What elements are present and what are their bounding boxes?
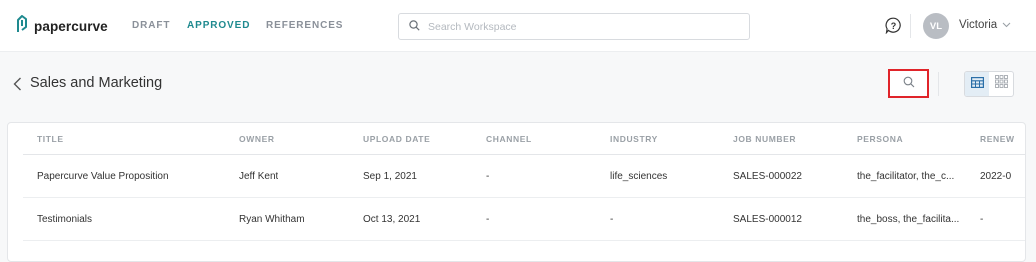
cell-renew: 2022-0 bbox=[980, 170, 1012, 182]
user-name: Victoria bbox=[959, 19, 998, 31]
table-view-button[interactable] bbox=[965, 72, 989, 96]
help-icon[interactable]: ? bbox=[885, 17, 902, 39]
cell-industry: life_sciences bbox=[610, 170, 668, 182]
nav-approved[interactable]: APPROVED bbox=[187, 20, 250, 31]
column-header[interactable]: RENEW bbox=[980, 123, 1015, 154]
divider bbox=[910, 14, 911, 38]
workspace-search[interactable] bbox=[398, 13, 750, 40]
nav-references[interactable]: REFERENCES bbox=[266, 20, 343, 31]
user-menu[interactable]: Victoria bbox=[959, 19, 1011, 31]
column-header[interactable]: PERSONA bbox=[857, 123, 903, 154]
column-header[interactable]: UPLOAD DATE bbox=[363, 123, 430, 154]
documents-table: TITLE OWNER UPLOAD DATE CHANNEL INDUSTRY… bbox=[7, 122, 1026, 262]
column-header[interactable]: INDUSTRY bbox=[610, 123, 658, 154]
avatar[interactable]: VL bbox=[923, 13, 949, 39]
cell-title: Papercurve Value Proposition bbox=[37, 170, 169, 182]
cell-persona: the_facilitator, the_c... bbox=[857, 170, 955, 182]
table-view-icon bbox=[970, 75, 984, 93]
cell-upload-date: Sep 1, 2021 bbox=[363, 170, 417, 182]
papercurve-logo-icon bbox=[16, 15, 28, 38]
cell-channel: - bbox=[486, 170, 490, 182]
grid-view-button[interactable] bbox=[989, 72, 1013, 96]
svg-text:?: ? bbox=[891, 21, 897, 31]
grid-view-icon bbox=[994, 75, 1008, 93]
column-header[interactable]: CHANNEL bbox=[486, 123, 532, 154]
cell-title: Testimonials bbox=[37, 213, 93, 225]
search-icon bbox=[409, 18, 420, 36]
divider bbox=[938, 72, 939, 96]
cell-upload-date: Oct 13, 2021 bbox=[363, 213, 421, 225]
cell-job-number: SALES-000012 bbox=[733, 213, 802, 225]
cell-owner: Ryan Whitham bbox=[239, 213, 305, 225]
column-header[interactable]: JOB NUMBER bbox=[733, 123, 796, 154]
table-row[interactable]: Papercurve Value Proposition Jeff Kent S… bbox=[23, 155, 1025, 198]
nav-draft[interactable]: DRAFT bbox=[132, 20, 170, 31]
cell-renew: - bbox=[980, 213, 984, 225]
brand-logo[interactable]: papercurve bbox=[16, 15, 108, 38]
chevron-left-icon[interactable] bbox=[13, 77, 22, 96]
page-title: Sales and Marketing bbox=[30, 75, 163, 91]
column-header[interactable]: OWNER bbox=[239, 123, 275, 154]
top-bar: papercurve DRAFT APPROVED REFERENCES ? V… bbox=[0, 0, 1036, 52]
cell-owner: Jeff Kent bbox=[239, 170, 279, 182]
cell-job-number: SALES-000022 bbox=[733, 170, 802, 182]
workspace-search-input[interactable] bbox=[428, 20, 728, 33]
search-icon bbox=[903, 75, 915, 93]
cell-channel: - bbox=[486, 213, 490, 225]
table-header: TITLE OWNER UPLOAD DATE CHANNEL INDUSTRY… bbox=[23, 123, 1025, 155]
chevron-down-icon bbox=[1002, 19, 1011, 31]
cell-persona: the_boss, the_facilita... bbox=[857, 213, 960, 225]
view-toggle bbox=[964, 71, 1014, 97]
table-search-button[interactable] bbox=[888, 69, 929, 98]
cell-industry: - bbox=[610, 213, 614, 225]
column-header[interactable]: TITLE bbox=[37, 123, 64, 154]
table-row[interactable]: Testimonials Ryan Whitham Oct 13, 2021 -… bbox=[23, 198, 1025, 241]
brand-name: papercurve bbox=[34, 19, 108, 34]
